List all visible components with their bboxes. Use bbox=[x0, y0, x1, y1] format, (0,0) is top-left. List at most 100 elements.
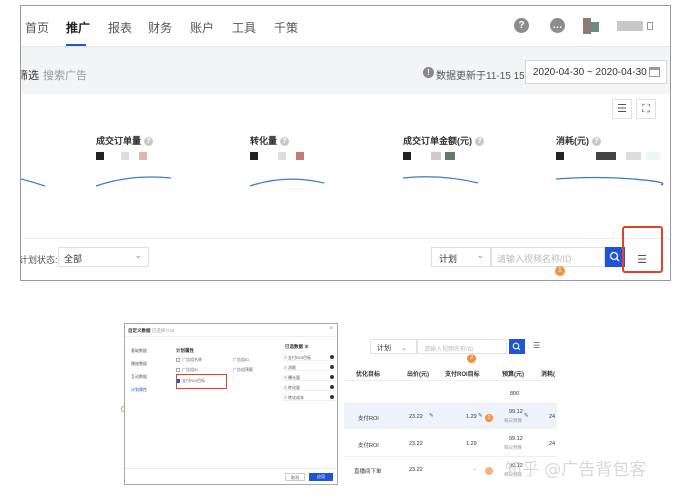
selected-item[interactable]: ⠿ 消耗 bbox=[284, 364, 335, 371]
sidebar-item-play[interactable]: 播放数据 bbox=[131, 361, 147, 367]
date-range-value: 2020-04-30 ~ 2020-04-30 bbox=[533, 67, 647, 78]
step-badge: 2 bbox=[467, 354, 476, 363]
help-icon: ? bbox=[592, 137, 601, 147]
step-badge: 3 bbox=[485, 414, 493, 422]
apply-button[interactable]: 应用 bbox=[309, 473, 333, 481]
info-icon: ! bbox=[423, 67, 434, 78]
edit-icon[interactable]: ✎ bbox=[429, 413, 434, 419]
sidebar-item-plan-attr[interactable]: 计划属性 bbox=[131, 387, 147, 393]
selected-item[interactable]: ⠿ 转化成本 bbox=[284, 394, 335, 401]
close-icon[interactable]: × bbox=[329, 326, 333, 332]
roi-cell: 1.29 bbox=[466, 414, 477, 420]
metric-value-blurred bbox=[403, 152, 411, 160]
option-checkbox[interactable]: 广告组预算 bbox=[233, 367, 253, 373]
sparkline bbox=[249, 178, 325, 187]
budget-sub: 每日预算 bbox=[504, 445, 522, 450]
budget-cell: 99.12 bbox=[509, 436, 523, 442]
metric-value-blurred bbox=[250, 152, 258, 160]
metric-value-blurred bbox=[96, 152, 104, 160]
metric-spend: 消耗(元)? bbox=[556, 134, 601, 147]
goal-cell: 支付ROI bbox=[358, 416, 379, 422]
remove-icon bbox=[330, 355, 334, 359]
nav-tools[interactable]: 工具 bbox=[232, 19, 256, 36]
step-badge bbox=[485, 467, 493, 475]
video-search-input[interactable]: 请输入视频名称/ID bbox=[417, 339, 507, 354]
remove-icon bbox=[330, 385, 334, 389]
col-bid: 出价(元) bbox=[407, 372, 429, 378]
cancel-button[interactable]: 取消 bbox=[285, 473, 305, 481]
option-checkbox[interactable]: 广告组ID bbox=[176, 367, 198, 373]
watermark: 知乎 @广告背包客 bbox=[505, 460, 647, 480]
plan-status-select[interactable]: 全部 ⌄ bbox=[58, 247, 149, 267]
goal-cell: 支付ROI bbox=[358, 443, 379, 449]
campaign-dashboard-screenshot: 首页 推广 报表 财务 账户 工具 千策 ? … 筛选 搜索广告 ! 数据更新于… bbox=[20, 5, 671, 281]
plan-type-select[interactable]: 计划 ⌄ bbox=[370, 339, 417, 354]
logout-icon[interactable] bbox=[647, 22, 653, 30]
sidebar-item-basic[interactable]: 基础数据 bbox=[131, 348, 147, 354]
edit-icon[interactable]: ✎ bbox=[524, 413, 529, 419]
nav-reports[interactable]: 报表 bbox=[108, 19, 132, 36]
metric-value-blurred bbox=[278, 152, 286, 160]
selected-item[interactable]: ⠿ 曝光量 bbox=[284, 374, 335, 381]
sparkline bbox=[95, 176, 172, 187]
roi-cell: - bbox=[474, 467, 476, 473]
metric-value-blurred bbox=[139, 152, 147, 160]
help-icon: ? bbox=[280, 137, 290, 147]
remove-icon bbox=[330, 375, 334, 379]
column-settings-icon[interactable]: ☰ bbox=[533, 341, 540, 350]
col-goal: 优化目标 bbox=[356, 372, 381, 378]
custom-data-dialog: 自定义数据 已选择7/16 × 基础数据 播放数据 互动数据 计划属性 计划属性… bbox=[124, 323, 338, 485]
fullscreen-icon[interactable]: ⛶ bbox=[636, 99, 656, 119]
sparkline bbox=[402, 176, 479, 184]
avatar[interactable] bbox=[583, 18, 591, 34]
goal-cell: 直播间下单 bbox=[354, 469, 382, 475]
plan-type-select[interactable]: 计划 ⌄ bbox=[431, 247, 491, 267]
option-checkbox[interactable]: 广告组ID bbox=[233, 357, 249, 363]
metric-value-blurred bbox=[626, 152, 641, 160]
metric-value-blurred bbox=[445, 152, 455, 160]
nav-qiance[interactable]: 千策 bbox=[274, 19, 298, 36]
settings-sliders-icon[interactable]: ☰ bbox=[612, 99, 632, 119]
sparkline bbox=[21, 178, 46, 187]
nav-active-indicator bbox=[66, 44, 86, 46]
nav-account[interactable]: 账户 bbox=[190, 19, 214, 36]
nav-promotion[interactable]: 推广 bbox=[66, 19, 90, 36]
username-blurred bbox=[617, 21, 643, 31]
metric-value-blurred bbox=[121, 152, 129, 160]
nav-finance[interactable]: 财务 bbox=[148, 19, 172, 36]
filter-label[interactable]: 筛选 bbox=[21, 67, 39, 83]
data-update-time: 数据更新于11-15 15:04 bbox=[436, 71, 539, 82]
bid-cell: 23.22 bbox=[409, 414, 423, 420]
edit-icon[interactable]: ✎ bbox=[478, 413, 483, 419]
calendar-icon bbox=[649, 67, 660, 77]
selected-item[interactable]: ⠿ 支付ROI目标 bbox=[284, 354, 335, 361]
highlight-box bbox=[622, 226, 663, 273]
col-cost: 消耗( bbox=[541, 372, 555, 378]
chevron-down-icon: ⌄ bbox=[134, 250, 142, 260]
option-checkbox[interactable]: 广告组名称 bbox=[176, 357, 202, 363]
plan-status-label: 计划状态: bbox=[20, 255, 58, 265]
status-filter-row: 计划状态: 全部 ⌄ 计划 ⌄ 请输入视频名称/ID ☰ bbox=[20, 238, 670, 280]
roi-cell: 1.29 bbox=[466, 441, 477, 447]
selected-title: 已选数据 8 bbox=[285, 344, 309, 349]
col-budget: 预算(元) bbox=[502, 372, 524, 378]
cost-cell: 24 bbox=[549, 441, 556, 447]
search-ads-link[interactable]: 搜索广告 bbox=[43, 67, 87, 83]
chevron-down-icon: ⌄ bbox=[476, 250, 484, 260]
nav-home[interactable]: 首页 bbox=[25, 19, 49, 36]
bid-cell: 23.22 bbox=[409, 467, 423, 473]
selected-item[interactable]: ⠿ 转化量 bbox=[284, 384, 335, 391]
date-range-picker[interactable]: 2020-04-30 ~ 2020-04-30 bbox=[525, 60, 667, 84]
budget-cell: 800 bbox=[510, 391, 520, 397]
video-search-input[interactable]: 请输入视频名称/ID bbox=[491, 247, 605, 267]
message-icon[interactable]: … bbox=[550, 18, 565, 33]
bid-cell: 23.22 bbox=[409, 441, 423, 447]
remove-icon bbox=[330, 365, 334, 369]
help-icon[interactable]: ? bbox=[514, 18, 529, 33]
budget-sub: 每日预算 bbox=[504, 418, 522, 423]
highlight-box bbox=[176, 374, 227, 389]
dialog-title: 自定义数据 已选择7/16 bbox=[128, 328, 175, 333]
sidebar-item-interaction[interactable]: 互动数据 bbox=[131, 374, 147, 380]
help-icon: ? bbox=[475, 137, 484, 147]
search-button[interactable] bbox=[509, 339, 525, 354]
